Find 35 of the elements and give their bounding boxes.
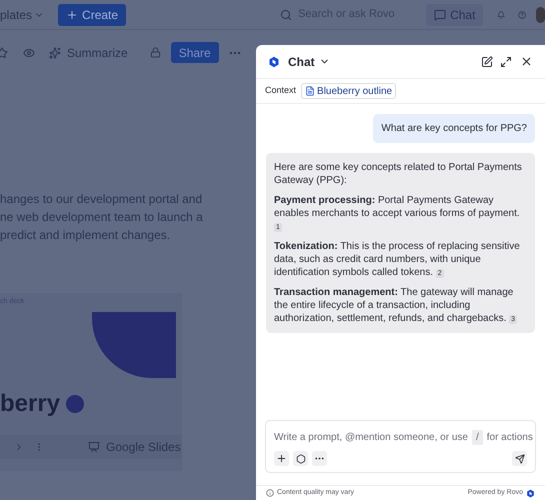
plus-icon — [276, 453, 287, 464]
slides-icon — [88, 441, 100, 453]
close-icon[interactable] — [520, 55, 533, 68]
logo-icon — [526, 488, 535, 498]
send-icon — [514, 454, 524, 464]
document-icon — [305, 86, 316, 96]
prompt-placeholder: for actions — [486, 431, 533, 445]
agent-button[interactable] — [293, 451, 308, 466]
slide-title: berry — [0, 392, 60, 416]
logo-icon — [268, 56, 280, 68]
paragraph-line: predict and implement changes. — [0, 227, 170, 243]
expand-icon[interactable] — [500, 56, 512, 68]
sparkle-icon — [49, 46, 61, 58]
create-button[interactable]: Create — [58, 4, 126, 26]
user-message: What are key concepts for PPG? — [373, 114, 535, 143]
send-button[interactable] — [512, 451, 527, 466]
chat-title[interactable]: Chat — [288, 52, 330, 70]
hexagon-icon — [296, 454, 306, 464]
prompt-field[interactable]: Write a prompt, @mention someone, or use / for actions — [265, 420, 536, 473]
search-icon — [280, 8, 292, 20]
chat-icon — [434, 8, 446, 20]
add-button[interactable] — [274, 451, 289, 466]
context-label: Context — [265, 84, 296, 98]
slash-key: / — [472, 430, 483, 445]
context-chip[interactable]: Blueberry outline — [301, 83, 396, 99]
plus-icon — [66, 8, 78, 20]
edit-icon[interactable] — [481, 56, 493, 68]
info-icon — [266, 489, 274, 497]
more-button[interactable] — [312, 451, 327, 466]
eye-icon[interactable] — [23, 46, 35, 58]
message-intro: Here are some key concepts related to Portal Payments Gateway (PPG): — [274, 161, 523, 187]
prompt-placeholder: Write a prompt, @mention someone, or use — [274, 431, 468, 445]
share-button[interactable]: Share — [170, 42, 219, 63]
lock-icon[interactable] — [150, 47, 161, 58]
avatar[interactable] — [536, 6, 545, 22]
